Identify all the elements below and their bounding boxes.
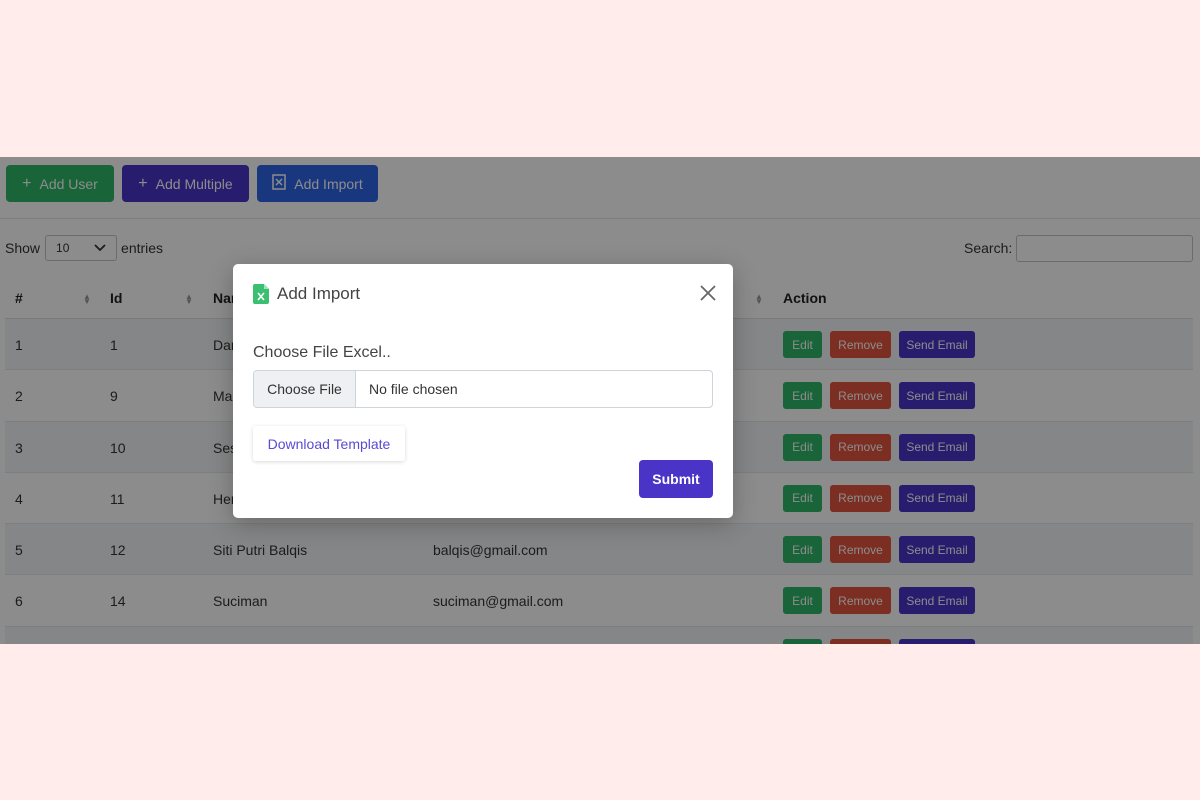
excel-file-icon (253, 284, 269, 304)
download-template-button[interactable]: Download Template (253, 426, 405, 461)
modal-title: Add Import (277, 284, 361, 303)
file-field-label: Choose File Excel.. (253, 344, 391, 361)
choose-file-button[interactable]: Choose File (254, 371, 356, 407)
submit-button[interactable]: Submit (639, 460, 713, 498)
modal-header: Add Import (253, 284, 360, 304)
add-import-modal: Add Import Choose File Excel.. Choose Fi… (233, 264, 733, 518)
file-status: No file chosen (369, 381, 458, 397)
close-icon[interactable] (697, 282, 719, 304)
excel-file-input[interactable]: Choose File No file chosen (253, 370, 713, 408)
